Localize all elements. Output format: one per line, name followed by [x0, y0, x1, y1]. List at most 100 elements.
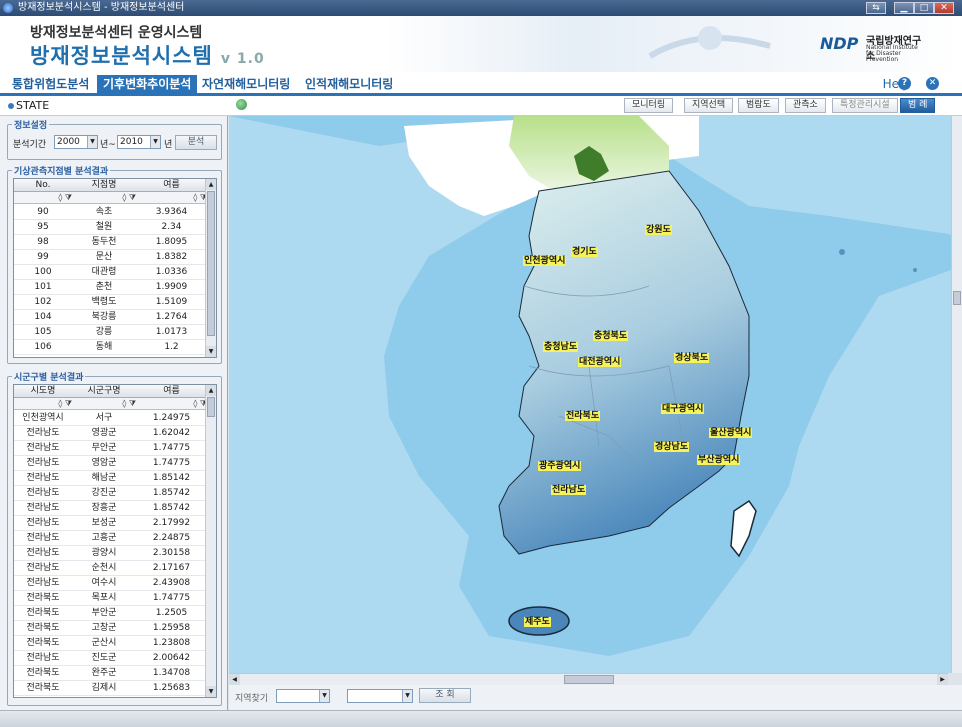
table-row[interactable]: 전라남도 해남군 1.85142	[14, 471, 207, 486]
filter-icon[interactable]: ◊ ⧩	[72, 192, 136, 204]
district-table-scrollbar[interactable]: ▲ ▼	[205, 385, 216, 697]
map-label-ulsan[interactable]: 울산광역시	[709, 428, 753, 438]
table-row[interactable]: 전라남도 고흥군 2.24875	[14, 531, 207, 546]
map-label-chungnam[interactable]: 충청남도	[543, 342, 579, 352]
filter-icon[interactable]: ◊ ⧩	[14, 398, 72, 410]
map-label-gyeonggi[interactable]: 경기도	[571, 247, 598, 257]
chevron-down-icon: ▼	[319, 690, 329, 702]
globe-icon[interactable]	[236, 99, 247, 110]
scroll-right-icon[interactable]: ▶	[937, 674, 948, 685]
menu-item-human-disaster[interactable]: 인적재해모니터링	[299, 75, 399, 96]
table-row[interactable]: 104 북강릉 1.2764	[14, 310, 207, 325]
table-row[interactable]: 전라북도 부안군 1.2505	[14, 606, 207, 621]
app-header: 방재정보분석센터 운영시스템 방재정보분석시스템 v 1.0 NDP 국립방재연구…	[0, 16, 962, 72]
region-select-1[interactable]: ▼	[276, 689, 330, 703]
maximize-button[interactable]: □	[914, 2, 934, 14]
station-button[interactable]: 관측소	[785, 98, 826, 113]
ndp-logo: NDP 국립방재연구소 National Institute for Disast…	[820, 32, 930, 63]
map-vertical-scrollbar[interactable]	[951, 116, 962, 673]
station-table-scrollbar[interactable]: ▲ ▼	[205, 179, 216, 357]
map-label-jeonbuk[interactable]: 전라북도	[565, 411, 601, 421]
table-row[interactable]: 101 춘천 1.9909	[14, 280, 207, 295]
table-row[interactable]: 99 문산 1.8382	[14, 250, 207, 265]
map-label-gyeongnam[interactable]: 경상남도	[654, 442, 690, 452]
table-row[interactable]: 전라남도 보성군 2.17992	[14, 516, 207, 531]
table-row[interactable]: 전라북도 군산시 1.23808	[14, 636, 207, 651]
table-row[interactable]: 90 속초 3.9364	[14, 205, 207, 220]
table-row[interactable]: 100 대관령 1.0336	[14, 265, 207, 280]
scroll-left-icon[interactable]: ◀	[229, 674, 240, 685]
region-search-label: 지역찾기	[235, 694, 269, 704]
monitoring-button[interactable]: 모니터링	[624, 98, 674, 113]
map-label-busan[interactable]: 부산광역시	[697, 455, 741, 465]
table-row[interactable]: 전라북도 목포시 1.74775	[14, 591, 207, 606]
table-row[interactable]: 전라남도 무안군 1.74775	[14, 441, 207, 456]
region-select-2[interactable]: ▼	[347, 689, 413, 703]
scroll-up-icon[interactable]: ▲	[206, 385, 216, 396]
filter-icon[interactable]: ◊ ⧩	[14, 192, 72, 204]
close-circle-icon[interactable]: ✕	[926, 77, 939, 90]
app-subtitle: 방재정보분석센터 운영시스템	[30, 25, 203, 41]
minimize-button[interactable]: ▁	[894, 2, 914, 14]
table-row[interactable]: 전라북도 김제시 1.25683	[14, 681, 207, 696]
scroll-thumb[interactable]	[564, 675, 614, 684]
table-row[interactable]: 102 백령도 1.5109	[14, 295, 207, 310]
table-cell: 전라북도	[26, 638, 60, 648]
scroll-up-icon[interactable]: ▲	[206, 179, 216, 190]
region-select-button[interactable]: 지역선택	[684, 98, 734, 113]
scroll-thumb[interactable]	[207, 191, 215, 336]
table-cell: 1.0336	[155, 267, 188, 277]
table-row[interactable]: 전라남도 장흥군 1.85742	[14, 501, 207, 516]
from-year-select[interactable]: 2000 ▼	[54, 135, 98, 149]
map-label-gwangju[interactable]: 광주광역시	[538, 461, 582, 471]
legend-button[interactable]: 범 례	[900, 98, 936, 113]
map-label-gangwon[interactable]: 강원도	[645, 225, 672, 235]
table-row[interactable]: 전라북도 완주군 1.34708	[14, 666, 207, 681]
search-button[interactable]: 조 회	[419, 688, 471, 703]
help-icon[interactable]: ?	[898, 77, 911, 90]
table-row[interactable]: 전라남도 광양시 2.30158	[14, 546, 207, 561]
scroll-down-icon[interactable]: ▼	[206, 346, 216, 357]
map-view[interactable]: 강원도 경기도 인천광역시 충청북도 충청남도 대전광역시 경상북도 전라북도 …	[229, 116, 962, 673]
map-label-jeonnam[interactable]: 전라남도	[551, 485, 587, 495]
table-row[interactable]: 106 동해 1.2	[14, 340, 207, 355]
to-year-select[interactable]: 2010 ▼	[117, 135, 161, 149]
filter-icon[interactable]: ◊ ⧩	[72, 398, 136, 410]
table-row[interactable]: 인천광역시 서구 1.24975	[14, 411, 207, 426]
window-title: 방재정보분석시스템 - 방재정보분석센터	[18, 2, 185, 13]
special-facility-button[interactable]: 특정관리시설	[832, 98, 898, 113]
table-row[interactable]: 전라남도 여수시 2.43908	[14, 576, 207, 591]
table-row[interactable]: 98 동두천 1.8095	[14, 235, 207, 250]
map-label-jeju[interactable]: 제주도	[524, 617, 551, 627]
table-row[interactable]: 전라남도 강진군 1.85742	[14, 486, 207, 501]
map-horizontal-scrollbar[interactable]: ◀ ▶	[229, 673, 948, 685]
table-row[interactable]: 전라남도 순천시 2.17167	[14, 561, 207, 576]
table-cell: 1.74775	[152, 593, 191, 603]
map-label-gyeongbuk[interactable]: 경상북도	[674, 353, 710, 363]
menu-item-integrated-risk[interactable]: 통합위험도분석	[6, 75, 95, 96]
table-row[interactable]: 전라북도 고창군 1.25958	[14, 621, 207, 636]
map-label-chungbuk[interactable]: 충청북도	[593, 331, 629, 341]
filter-icon[interactable]: ◊ ⧩	[136, 192, 207, 204]
scroll-down-icon[interactable]: ▼	[206, 686, 216, 697]
scroll-thumb[interactable]	[207, 397, 215, 417]
table-row[interactable]: 전라남도 영암군 1.74775	[14, 456, 207, 471]
table-row[interactable]: 전라남도 영광군 1.62042	[14, 426, 207, 441]
map-label-daejeon[interactable]: 대전광역시	[578, 357, 622, 367]
status-bar	[0, 710, 962, 727]
scroll-thumb[interactable]	[953, 291, 961, 305]
menu-item-natural-disaster[interactable]: 자연재해모니터링	[196, 75, 296, 96]
close-button[interactable]: ✕	[934, 2, 954, 14]
filter-icon[interactable]: ◊ ⧩	[136, 398, 207, 410]
analyze-button[interactable]: 분석	[175, 135, 217, 150]
table-cell: 동해	[95, 342, 113, 352]
map-label-daegu[interactable]: 대구광역시	[661, 404, 705, 414]
table-row[interactable]: 105 강릉 1.0173	[14, 325, 207, 340]
flood-map-button[interactable]: 범람도	[738, 98, 779, 113]
table-row[interactable]: 전라남도 진도군 2.00642	[14, 651, 207, 666]
map-label-incheon[interactable]: 인천광역시	[523, 256, 567, 266]
table-row[interactable]: 95 철원 2.34	[14, 220, 207, 235]
restore-icon[interactable]: ⇆	[866, 2, 886, 14]
menu-item-climate-change[interactable]: 기후변화추이분석	[97, 75, 198, 96]
year-range-separator: 년~	[100, 140, 116, 150]
